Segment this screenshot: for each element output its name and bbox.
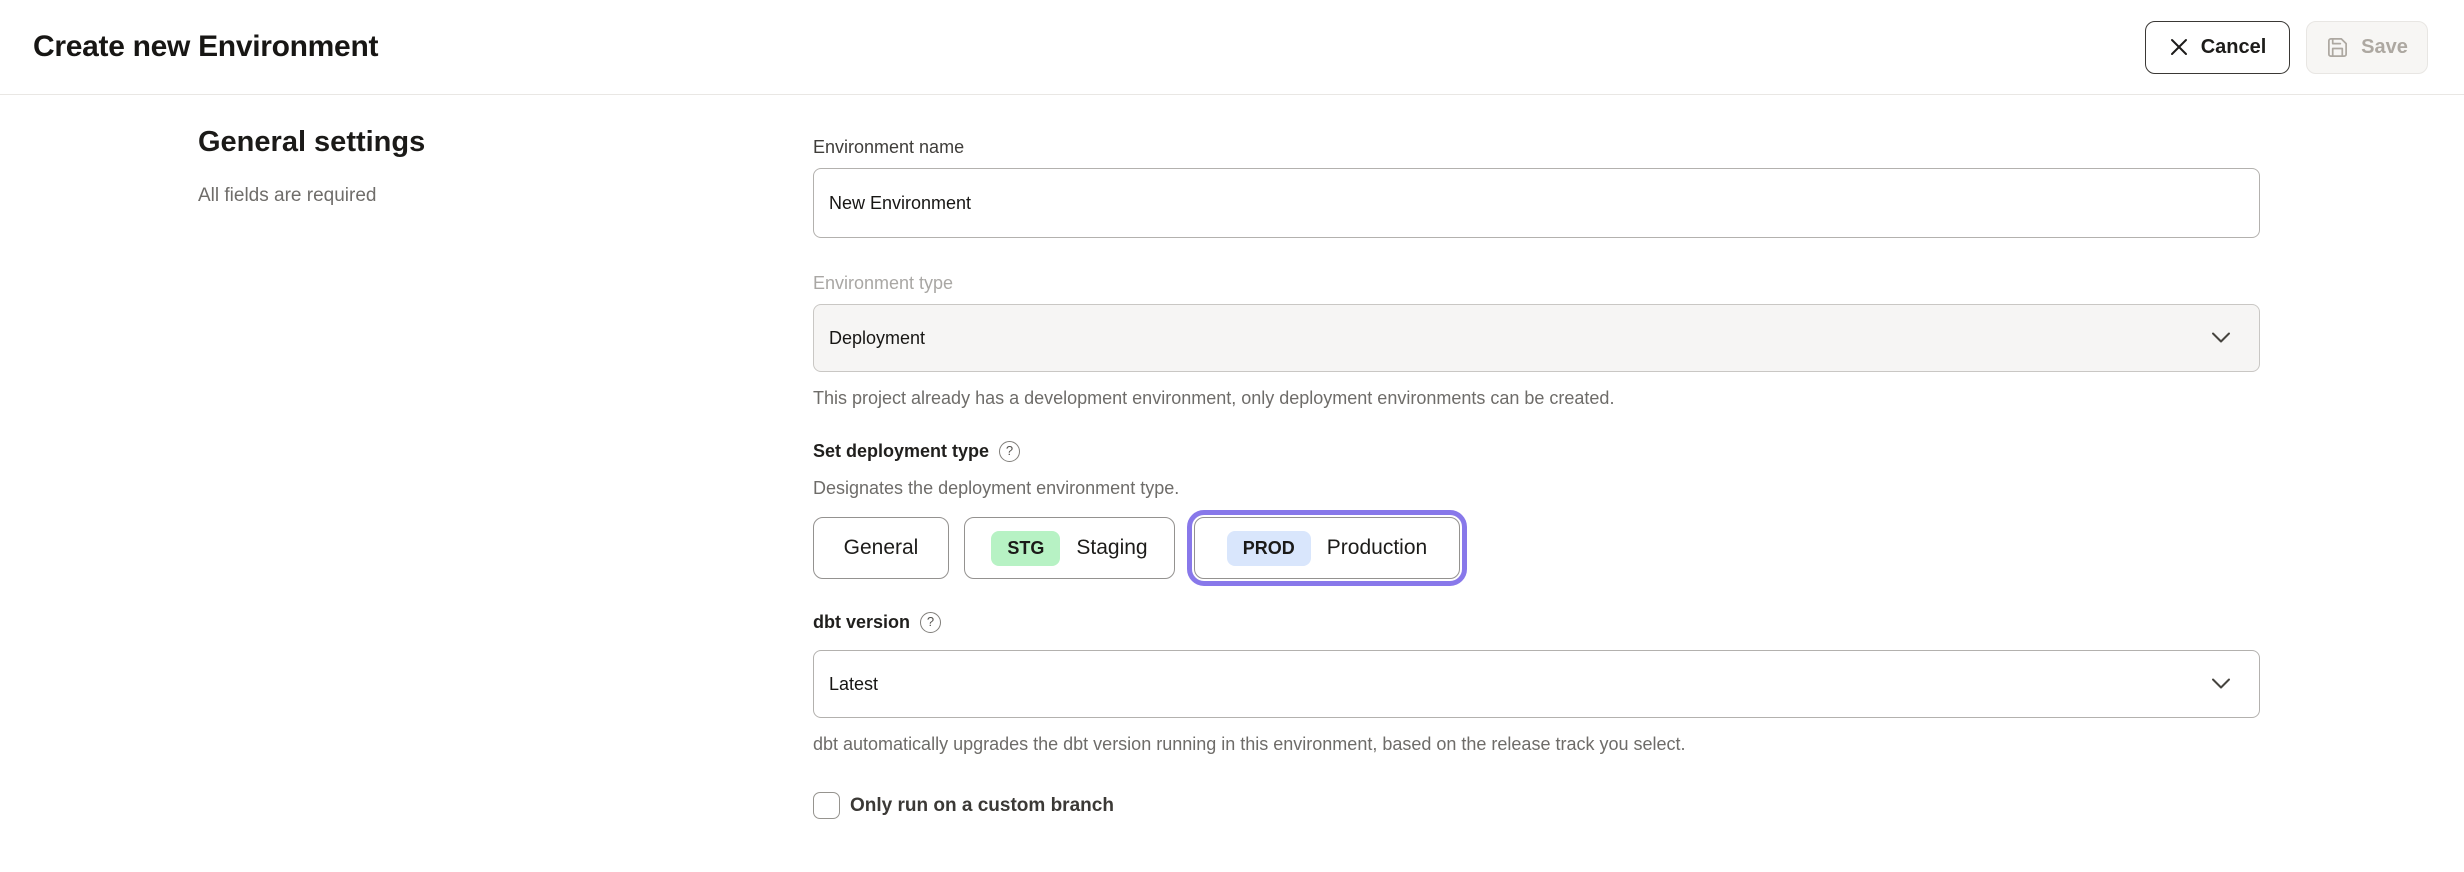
close-icon <box>2169 37 2189 57</box>
environment-name-label: Environment name <box>813 135 2260 159</box>
section-subheading: All fields are required <box>198 185 813 207</box>
dbt-version-heading: dbt version ? <box>813 610 2260 634</box>
header-actions: Cancel Save <box>2145 21 2428 74</box>
save-button[interactable]: Save <box>2306 21 2428 74</box>
environment-name-input[interactable] <box>813 168 2260 238</box>
main-content: General settings All fields are required… <box>0 95 2464 819</box>
environment-type-field: Environment type Deployment This project… <box>813 271 2260 409</box>
environment-type-label: Environment type <box>813 271 2260 295</box>
deployment-type-heading: Set deployment type ? <box>813 439 2260 463</box>
save-icon <box>2326 36 2349 59</box>
custom-branch-checkbox[interactable] <box>813 792 840 819</box>
deployment-type-option-production[interactable]: PROD Production <box>1194 517 1460 579</box>
environment-type-select[interactable]: Deployment <box>813 304 2260 372</box>
section-intro: General settings All fields are required <box>198 95 813 207</box>
page-header: Create new Environment Cancel Save <box>0 0 2464 95</box>
cancel-button[interactable]: Cancel <box>2145 21 2290 74</box>
deployment-type-general-label: General <box>844 536 919 560</box>
help-icon[interactable]: ? <box>999 441 1020 462</box>
deployment-type-label: Set deployment type <box>813 439 989 463</box>
dbt-version-select[interactable]: Latest <box>813 650 2260 718</box>
deployment-type-options: General STG Staging PROD Production <box>813 517 2260 579</box>
dbt-version-field: dbt version ? Latest dbt automatically u… <box>813 610 2260 755</box>
deployment-type-staging-label: Staging <box>1076 536 1147 560</box>
save-button-label: Save <box>2361 36 2408 59</box>
environment-type-helper: This project already has a development e… <box>813 387 2260 409</box>
section-heading: General settings <box>198 121 813 163</box>
dbt-version-label: dbt version <box>813 610 910 634</box>
custom-branch-label[interactable]: Only run on a custom branch <box>850 795 1114 817</box>
environment-type-value: Deployment <box>829 328 925 349</box>
production-badge: PROD <box>1227 531 1311 566</box>
deployment-type-description: Designates the deployment environment ty… <box>813 477 2260 499</box>
deployment-type-option-general[interactable]: General <box>813 517 949 579</box>
deployment-type-field: Set deployment type ? Designates the dep… <box>813 439 2260 579</box>
chevron-down-icon <box>2211 674 2231 695</box>
custom-branch-row: Only run on a custom branch <box>813 792 2260 819</box>
help-icon[interactable]: ? <box>920 612 941 633</box>
environment-form: Environment name Environment type Deploy… <box>813 95 2260 819</box>
dbt-version-value: Latest <box>829 674 878 695</box>
staging-badge: STG <box>991 531 1060 566</box>
cancel-button-label: Cancel <box>2201 36 2267 59</box>
deployment-type-option-staging[interactable]: STG Staging <box>964 517 1175 579</box>
environment-name-field: Environment name <box>813 135 2260 238</box>
deployment-type-production-label: Production <box>1327 536 1427 560</box>
dbt-version-helper: dbt automatically upgrades the dbt versi… <box>813 733 2260 755</box>
chevron-down-icon <box>2211 328 2231 349</box>
page-title: Create new Environment <box>33 30 378 64</box>
